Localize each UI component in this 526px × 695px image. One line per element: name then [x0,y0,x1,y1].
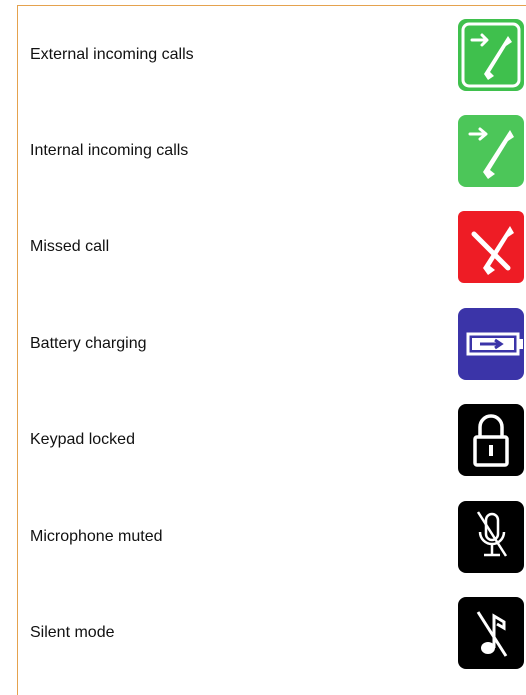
battery-charging-icon [456,305,526,383]
external-incoming-call-icon [456,16,526,94]
row-label: External incoming calls [30,46,194,63]
list-item-silent-mode: Silent mode [0,593,526,673]
list-item-missed-call: Missed call [0,207,526,287]
list-item-microphone-muted: Microphone muted [0,497,526,577]
row-label: Keypad locked [30,431,135,448]
row-label: Battery charging [30,335,147,352]
lock-icon [456,401,526,479]
list-item-external-incoming-calls: External incoming calls [0,15,526,95]
internal-incoming-call-icon [456,112,526,190]
row-label: Microphone muted [30,528,163,545]
row-label: Missed call [30,238,110,255]
list-item-internal-incoming-calls: Internal incoming calls [0,111,526,191]
row-label: Internal incoming calls [30,142,189,159]
list-item-keypad-locked: Keypad locked [0,400,526,480]
silent-mode-icon [456,594,526,672]
list-item-battery-charging: Battery charging [0,304,526,384]
row-label: Silent mode [30,624,115,641]
microphone-muted-icon [456,498,526,576]
missed-call-icon [456,208,526,286]
